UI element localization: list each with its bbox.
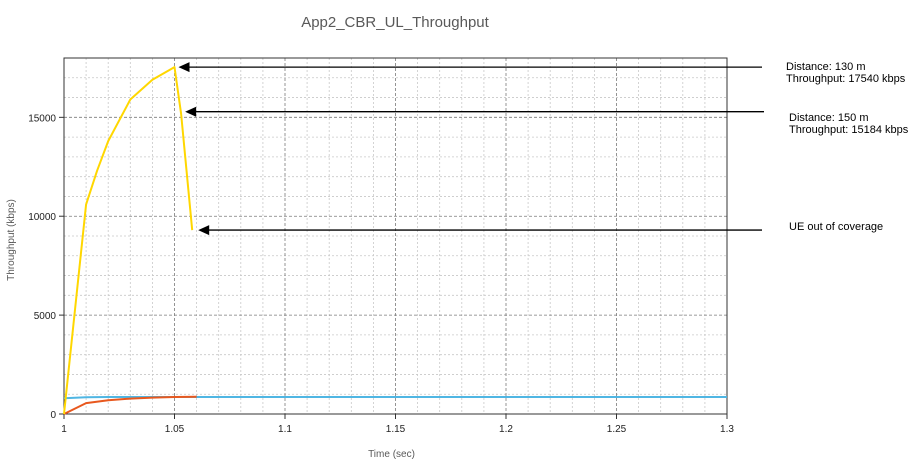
annotation-arrow-head bbox=[178, 62, 190, 73]
x-tick-label: 1.15 bbox=[386, 424, 406, 435]
x-tick-label: 1.2 bbox=[499, 424, 513, 435]
y-tick-label: 10000 bbox=[28, 212, 56, 223]
annotations: Distance: 130 mThroughput: 17540 kbps Dis… bbox=[178, 61, 909, 236]
annotation-arrow-head bbox=[198, 225, 210, 236]
chart-title: App2_CBR_UL_Throughput bbox=[301, 14, 489, 31]
x-tick-label: 1.3 bbox=[720, 424, 734, 435]
throughput-chart: App2_CBR_UL_Throughput 1 1.05 1.1 1.15 1.2 1.… bbox=[6, 14, 909, 460]
x-tick-label: 1.1 bbox=[278, 424, 292, 435]
x-tick-label: 1.25 bbox=[607, 424, 627, 435]
series-line-1 bbox=[63, 66, 194, 415]
annotation-arrow-head bbox=[185, 106, 197, 117]
x-tick-label: 1 bbox=[61, 424, 67, 435]
annotation-text: Distance: 130 m bbox=[786, 61, 865, 73]
y-tick-label: 0 bbox=[50, 410, 56, 421]
annotation-text: Distance: 150 m bbox=[789, 112, 868, 124]
x-axis-label: Time (sec) bbox=[368, 449, 415, 460]
y-tick-label: 5000 bbox=[34, 311, 57, 322]
axis-ticks: 1 1.05 1.1 1.15 1.2 1.25 1.3 0 5000 10000 15000 bbox=[28, 113, 734, 435]
x-tick-label: 1.05 bbox=[165, 424, 185, 435]
y-axis-label: Throughput (kbps) bbox=[6, 199, 17, 281]
y-tick-label: 15000 bbox=[28, 113, 56, 124]
annotation-text: UE out of coverage bbox=[789, 221, 883, 233]
annotation-text: Throughput: 17540 kbps bbox=[786, 73, 906, 85]
annotation-text: Throughput: 15184 kbps bbox=[789, 124, 909, 136]
